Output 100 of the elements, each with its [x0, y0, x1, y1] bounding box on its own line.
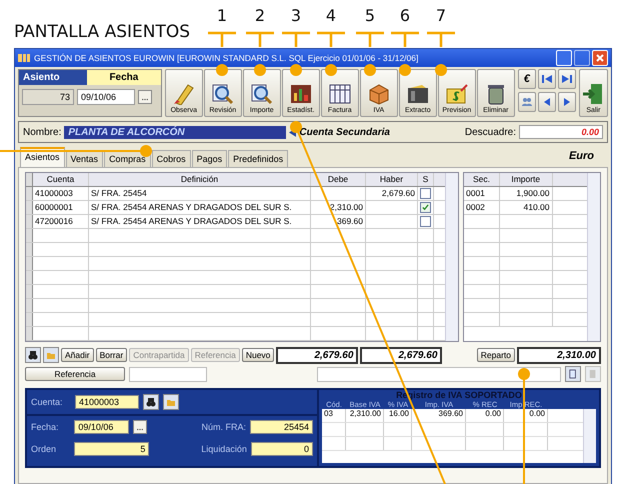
- tab[interactable]: Asientos: [20, 147, 65, 167]
- callout-number: 4: [324, 6, 338, 25]
- table-cell: 03: [322, 409, 346, 422]
- table-cell: 1,900.00: [500, 187, 552, 200]
- asiento-label: Asiento: [19, 70, 87, 85]
- tab[interactable]: Pagos: [192, 150, 228, 167]
- scrollbar[interactable]: [583, 409, 596, 463]
- row-header[interactable]: [26, 285, 33, 298]
- box-icon: [366, 83, 391, 105]
- nav-button[interactable]: €: [518, 69, 536, 89]
- folder-icon: [46, 350, 56, 360]
- app-icon: [18, 53, 30, 63]
- table-cell: 2,310.00: [346, 409, 384, 422]
- scrollbar[interactable]: [587, 173, 600, 341]
- tab[interactable]: Predefinidos: [228, 150, 288, 167]
- maximize-button[interactable]: [574, 50, 590, 66]
- table-cell: 41000003: [33, 187, 89, 200]
- ellipsis-icon: [136, 428, 144, 431]
- callout-number: 3: [290, 6, 302, 25]
- row-header[interactable]: [26, 243, 33, 256]
- minimize-button[interactable]: [556, 50, 572, 66]
- currency-label: Euro: [568, 150, 594, 162]
- tab[interactable]: Cobros: [152, 150, 191, 167]
- binoculars-icon: [28, 350, 38, 360]
- secondary-account-label: Cuenta Secundaria: [299, 126, 391, 138]
- callout-number: 5: [364, 6, 376, 25]
- reparto-button[interactable]: Reparto: [476, 348, 515, 362]
- column-header: Debe: [311, 173, 366, 186]
- table-cell: 0002: [464, 201, 500, 214]
- close-button[interactable]: [592, 50, 608, 66]
- date-field[interactable]: 09/10/06: [74, 420, 130, 434]
- nombre-field[interactable]: PLANTA DE ALCORCÓN: [64, 126, 286, 138]
- date-picker-button[interactable]: [133, 420, 148, 434]
- liquidacion-field[interactable]: 0: [250, 442, 313, 456]
- nav-button[interactable]: [558, 69, 576, 89]
- binoculars-button[interactable]: [143, 394, 159, 410]
- checkbox[interactable]: [420, 216, 431, 227]
- orden-label: Orden: [31, 444, 58, 454]
- document-button[interactable]: [565, 366, 581, 382]
- table-cell: 0.00: [504, 409, 548, 422]
- asiento-field[interactable]: 73: [22, 89, 74, 105]
- magnifier-icon: [250, 83, 274, 105]
- row-header[interactable]: [26, 215, 33, 228]
- checkmark-icon: [422, 204, 429, 211]
- table-cell: S/ FRA. 25454 ARENAS Y DRAGADOS DEL SUR S.: [89, 201, 311, 214]
- table-cell: S/ FRA. 25454: [89, 187, 311, 200]
- nav-button[interactable]: [518, 92, 536, 112]
- column-header: Haber: [366, 173, 418, 186]
- invoice-number-field[interactable]: 25454: [250, 420, 313, 434]
- column-header: S: [418, 173, 434, 186]
- magnifier-icon: [210, 83, 235, 105]
- reparto-total: 2,310.00: [517, 346, 601, 364]
- table-cell: 60000001: [33, 201, 89, 214]
- cuenta-field[interactable]: 41000003: [75, 395, 139, 409]
- window-title: GESTIÓN DE ASIENTOS EUROWIN [EUROWIN STANDARD S.L. SQL Ejercicio 01/01/06 - 31/12/06]: [34, 53, 420, 63]
- callout-number: 6: [398, 6, 412, 25]
- table-icon: [328, 83, 352, 105]
- checkbox[interactable]: [420, 188, 431, 199]
- scrollbar[interactable]: [445, 173, 458, 341]
- column-header: Importe: [500, 173, 552, 186]
- table-cell: 0001: [464, 187, 500, 200]
- callout-pointer: [426, 32, 456, 76]
- column-header: Cuenta: [33, 173, 89, 186]
- row-header[interactable]: [26, 229, 33, 242]
- nav-button[interactable]: [538, 92, 556, 112]
- orden-field[interactable]: 5: [74, 442, 150, 456]
- fecha-label: Fecha:: [31, 422, 60, 432]
- text-field[interactable]: [317, 366, 561, 382]
- table-cell: 369.60: [337, 216, 363, 226]
- callout-number: 7: [434, 6, 448, 25]
- money-icon: [444, 83, 469, 105]
- checkbox[interactable]: [420, 202, 431, 213]
- pencil-icon: [172, 83, 196, 105]
- nav-button[interactable]: [538, 69, 556, 89]
- first-record-icon: [540, 74, 553, 84]
- binoculars-icon: [146, 397, 156, 407]
- row-header[interactable]: [26, 327, 33, 340]
- nav-button[interactable]: [558, 92, 576, 112]
- action-button[interactable]: Nuevo: [242, 348, 274, 362]
- action-button[interactable]: Borrar: [96, 348, 128, 362]
- row-header[interactable]: [26, 187, 33, 200]
- row-header[interactable]: [26, 257, 33, 270]
- table-cell: 410.00: [500, 201, 552, 214]
- referencia-button[interactable]: Referencia: [25, 367, 125, 381]
- descuadre-field: 0.00: [519, 125, 603, 139]
- folder-icon: [406, 83, 430, 105]
- row-header[interactable]: [26, 313, 33, 326]
- last-record-icon: [560, 74, 573, 84]
- row-header[interactable]: [26, 201, 33, 214]
- action-button[interactable]: Añadir: [61, 348, 94, 362]
- reference-field[interactable]: [129, 366, 207, 382]
- table-cell: 2,679.60: [382, 188, 415, 198]
- binoculars-button[interactable]: [25, 347, 41, 363]
- row-header[interactable]: [26, 299, 33, 312]
- table-cell: 47200016: [33, 215, 89, 228]
- row-header[interactable]: [26, 271, 33, 284]
- table-cell: S/ FRA. 25454 ARENAS Y DRAGADOS DEL SUR S.: [89, 215, 311, 228]
- column-header: Sec.: [464, 173, 500, 186]
- document-icon: [569, 369, 577, 379]
- date-field[interactable]: 09/10/06: [77, 89, 135, 105]
